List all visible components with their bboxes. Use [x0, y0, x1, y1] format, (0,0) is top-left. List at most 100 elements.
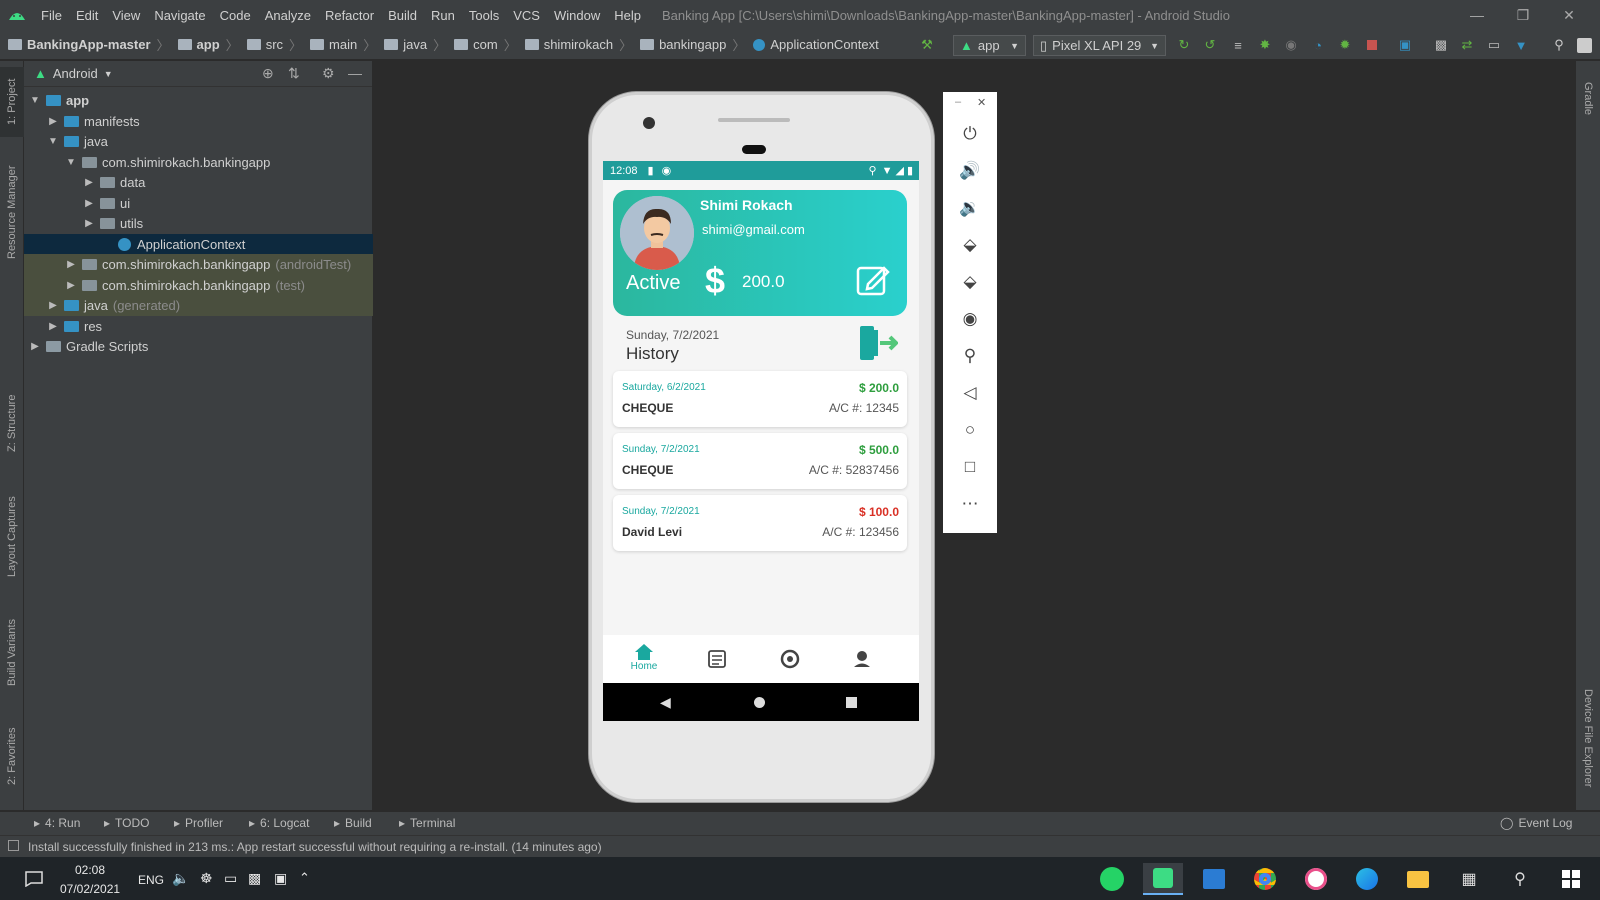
transaction-card[interactable]: Sunday, 7/2/2021 David Levi $ 100.0 A/C #: …	[613, 495, 907, 551]
sdk-manager-icon[interactable]: ▼	[1510, 34, 1532, 56]
restore-button[interactable]: ❐	[1500, 0, 1546, 30]
camera-icon[interactable]: ◉	[943, 307, 997, 331]
menu-analyze[interactable]: Analyze	[258, 8, 318, 23]
task-view-icon[interactable]: ▦	[1449, 863, 1489, 895]
chevron-up-icon[interactable]: ⌃	[299, 870, 310, 886]
tool-window-run[interactable]: ▸ 4: Run	[34, 816, 80, 830]
edge-icon[interactable]	[1347, 863, 1387, 895]
apply-changes-icon[interactable]: ↻	[1173, 34, 1195, 56]
meet-icon[interactable]: ▣	[274, 870, 287, 887]
coverage-icon[interactable]: ≡	[1227, 34, 1249, 56]
nav-transactions[interactable]	[697, 649, 737, 669]
itunes-icon[interactable]	[1296, 863, 1336, 895]
chevron-down-icon[interactable]: ▼	[46, 136, 60, 147]
tool-window-logcat[interactable]: ▸ 6: Logcat	[249, 816, 309, 830]
tree-node[interactable]: ▼ java	[24, 131, 373, 152]
emulator-home-icon[interactable]: ○	[943, 418, 997, 442]
device-select[interactable]: ▯ Pixel XL API 29 ▼	[1033, 35, 1166, 56]
avd-manager-icon[interactable]: ▭	[1483, 34, 1505, 56]
tree-node[interactable]: ▶ com.shimirokach.bankingapp (androidTest)	[24, 254, 373, 275]
gear-icon[interactable]: ⚙	[322, 65, 335, 82]
menu-code[interactable]: Code	[213, 8, 258, 23]
volume-icon[interactable]: 🔈	[172, 870, 189, 887]
volume-up-icon[interactable]: 🔊	[943, 159, 997, 183]
volume-down-icon[interactable]: 🔉	[943, 196, 997, 220]
menu-build[interactable]: Build	[381, 8, 424, 23]
stop-icon[interactable]	[1361, 34, 1383, 56]
battery-tray-icon[interactable]: ▭	[224, 870, 237, 887]
debug-attach-icon[interactable]: ✹	[1334, 34, 1356, 56]
back-icon[interactable]: ◀	[660, 694, 671, 711]
locate-icon[interactable]: ⊕	[262, 65, 274, 82]
word-icon[interactable]	[1194, 863, 1234, 895]
breadcrumb-item[interactable]: com 〉	[446, 35, 517, 54]
breadcrumb-item[interactable]: main 〉	[302, 35, 376, 54]
file-explorer-icon[interactable]	[1398, 863, 1438, 895]
chevron-right-icon[interactable]: ▶	[82, 177, 96, 188]
tree-node[interactable]: ▶ Gradle Scripts	[24, 336, 373, 357]
windows-start-icon[interactable]	[1551, 863, 1591, 895]
display-icon[interactable]: ▩	[248, 870, 261, 887]
tab-layout-captures[interactable]: Layout Captures	[0, 489, 24, 585]
minimize-emulator-icon[interactable]: –	[955, 96, 961, 108]
tab-gradle[interactable]: Gradle	[1576, 69, 1600, 129]
menu-file[interactable]: File	[34, 8, 69, 23]
chevron-down-icon[interactable]: ▼	[64, 157, 78, 168]
transaction-card[interactable]: Saturday, 6/2/2021 CHEQUE $ 200.0 A/C #: 12…	[613, 371, 907, 427]
breadcrumb-item[interactable]: bankingapp 〉	[632, 35, 745, 54]
chevron-down-icon[interactable]: ▼	[104, 69, 113, 79]
close-window-button[interactable]: ✕	[1546, 0, 1592, 30]
tab-device-file-explorer[interactable]: Device File Explorer	[1576, 673, 1600, 803]
network-icon[interactable]: ☸	[200, 870, 213, 887]
hammer-icon[interactable]: ⚒	[916, 34, 938, 56]
profile-icon[interactable]: ◔	[1307, 34, 1329, 56]
run-config-select[interactable]: ▲ app ▼	[953, 35, 1026, 56]
tab-favorites[interactable]: 2: Favorites	[0, 721, 24, 791]
taskbar-search-icon[interactable]: ⚲	[1500, 863, 1540, 895]
menu-tools[interactable]: Tools	[462, 8, 506, 23]
close-emulator-icon[interactable]: ✕	[977, 96, 986, 109]
tree-node[interactable]: ▶ ui	[24, 193, 373, 214]
notification-center-icon[interactable]	[14, 863, 54, 895]
debug-icon[interactable]: ✸	[1254, 34, 1276, 56]
chevron-right-icon[interactable]: ▶	[64, 259, 78, 270]
home-button-icon[interactable]	[754, 697, 765, 708]
tree-node[interactable]: ApplicationContext	[24, 233, 373, 255]
tree-node[interactable]: ▶ manifests	[24, 111, 373, 132]
chevron-right-icon[interactable]: ▶	[28, 341, 42, 352]
menu-edit[interactable]: Edit	[69, 8, 105, 23]
logout-icon[interactable]	[858, 326, 899, 360]
tab-structure[interactable]: Z: Structure	[0, 387, 24, 459]
chevron-right-icon[interactable]: ▶	[46, 300, 60, 311]
power-icon[interactable]: ⏻	[943, 122, 997, 146]
menu-window[interactable]: Window	[547, 8, 607, 23]
status-toggle-icon[interactable]	[8, 840, 19, 851]
android-studio-taskbar-icon[interactable]	[1143, 863, 1183, 895]
tool-window-profiler[interactable]: ▸ Profiler	[174, 816, 223, 830]
nav-home[interactable]: Home	[624, 643, 664, 672]
gradle-sync-icon[interactable]: ⇄	[1456, 34, 1478, 56]
recents-icon[interactable]	[846, 697, 857, 708]
hide-panel-icon[interactable]: —	[348, 65, 362, 81]
chevron-right-icon[interactable]: ▶	[82, 218, 96, 229]
zoom-icon[interactable]: ⚲	[943, 344, 997, 368]
rotate-right-icon[interactable]: ⬙	[943, 270, 997, 294]
tab-project[interactable]: 1: Project	[0, 67, 24, 137]
sync-project-icon[interactable]: ▣	[1394, 34, 1416, 56]
breadcrumb-item[interactable]: src 〉	[239, 35, 302, 54]
tree-node[interactable]: ▶ java (generated)	[24, 295, 373, 316]
taskbar-time[interactable]: 02:08	[75, 863, 105, 877]
device-manager-icon[interactable]: ▩	[1430, 34, 1452, 56]
menu-refactor[interactable]: Refactor	[318, 8, 381, 23]
chevron-right-icon[interactable]: ▶	[46, 321, 60, 332]
chevron-right-icon[interactable]: ▶	[82, 198, 96, 209]
tool-window-todo[interactable]: ▸ TODO	[104, 816, 149, 830]
breadcrumb-item[interactable]: shimirokach 〉	[517, 35, 632, 54]
tree-node[interactable]: ▼ com.shimirokach.bankingapp	[24, 152, 373, 173]
menu-vcs[interactable]: VCS	[506, 8, 547, 23]
transaction-card[interactable]: Sunday, 7/2/2021 CHEQUE $ 500.0 A/C #: 5283…	[613, 433, 907, 489]
more-icon[interactable]: ⋯	[943, 492, 997, 516]
rotate-left-icon[interactable]: ⬙	[943, 233, 997, 257]
tree-node[interactable]: ▶ data	[24, 172, 373, 193]
tree-node[interactable]: ▼ app	[24, 90, 373, 111]
